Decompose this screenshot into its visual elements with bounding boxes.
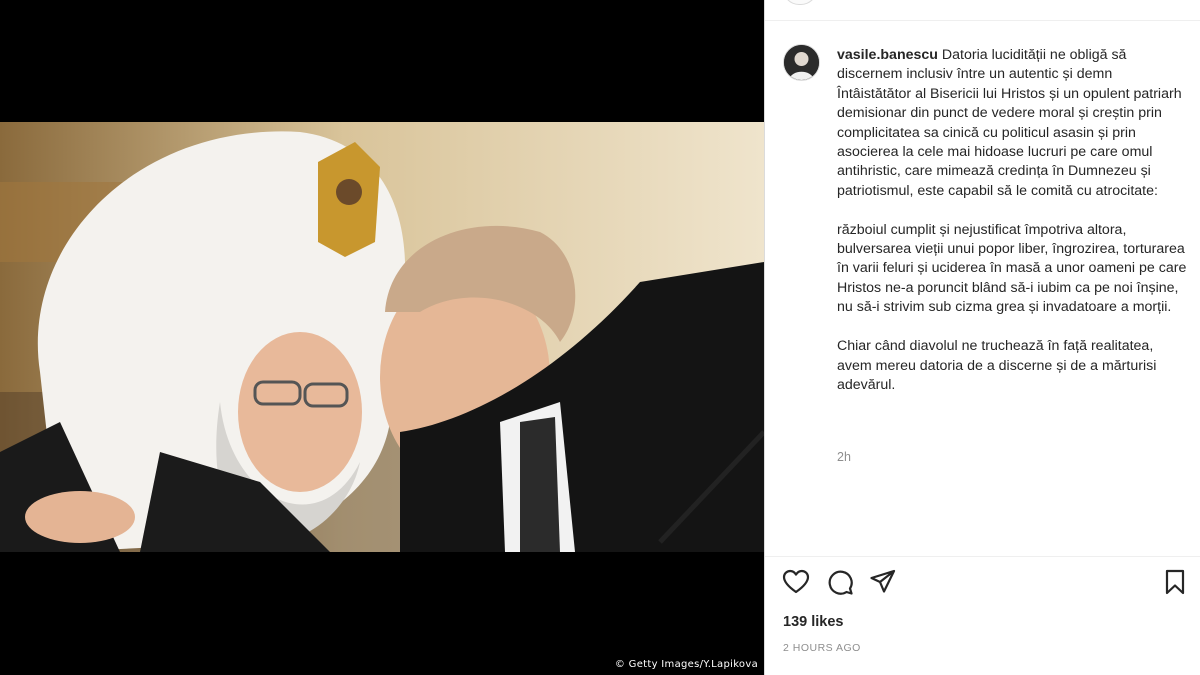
post-photo (0, 122, 764, 552)
post-sidebar: vasile.banescu Datoria lucidității ne ob… (764, 0, 1200, 675)
paper-plane-icon[interactable] (869, 568, 897, 596)
post-timestamp: 2 HOURS AGO (783, 642, 861, 654)
avatar[interactable] (783, 44, 820, 81)
bookmark-icon[interactable] (1161, 568, 1189, 596)
post-header (765, 0, 1200, 21)
comment-timestamp[interactable]: 2h (837, 450, 851, 464)
heart-icon[interactable] (782, 568, 810, 596)
comment-bubble-icon[interactable] (826, 568, 854, 596)
photo-credit: © Getty Images/Y.Lapikova (614, 659, 758, 670)
post-media[interactable]: © Getty Images/Y.Lapikova (0, 0, 764, 675)
caption-text: vasile.banescu Datoria lucidității ne ob… (837, 46, 1189, 395)
caption-body: Datoria lucidității ne obligă să discern… (837, 47, 1187, 393)
username-link[interactable]: vasile.banescu (837, 47, 938, 63)
header-avatar[interactable] (783, 0, 817, 5)
actions-divider (765, 556, 1200, 557)
likes-count[interactable]: 139 likes (783, 614, 843, 630)
